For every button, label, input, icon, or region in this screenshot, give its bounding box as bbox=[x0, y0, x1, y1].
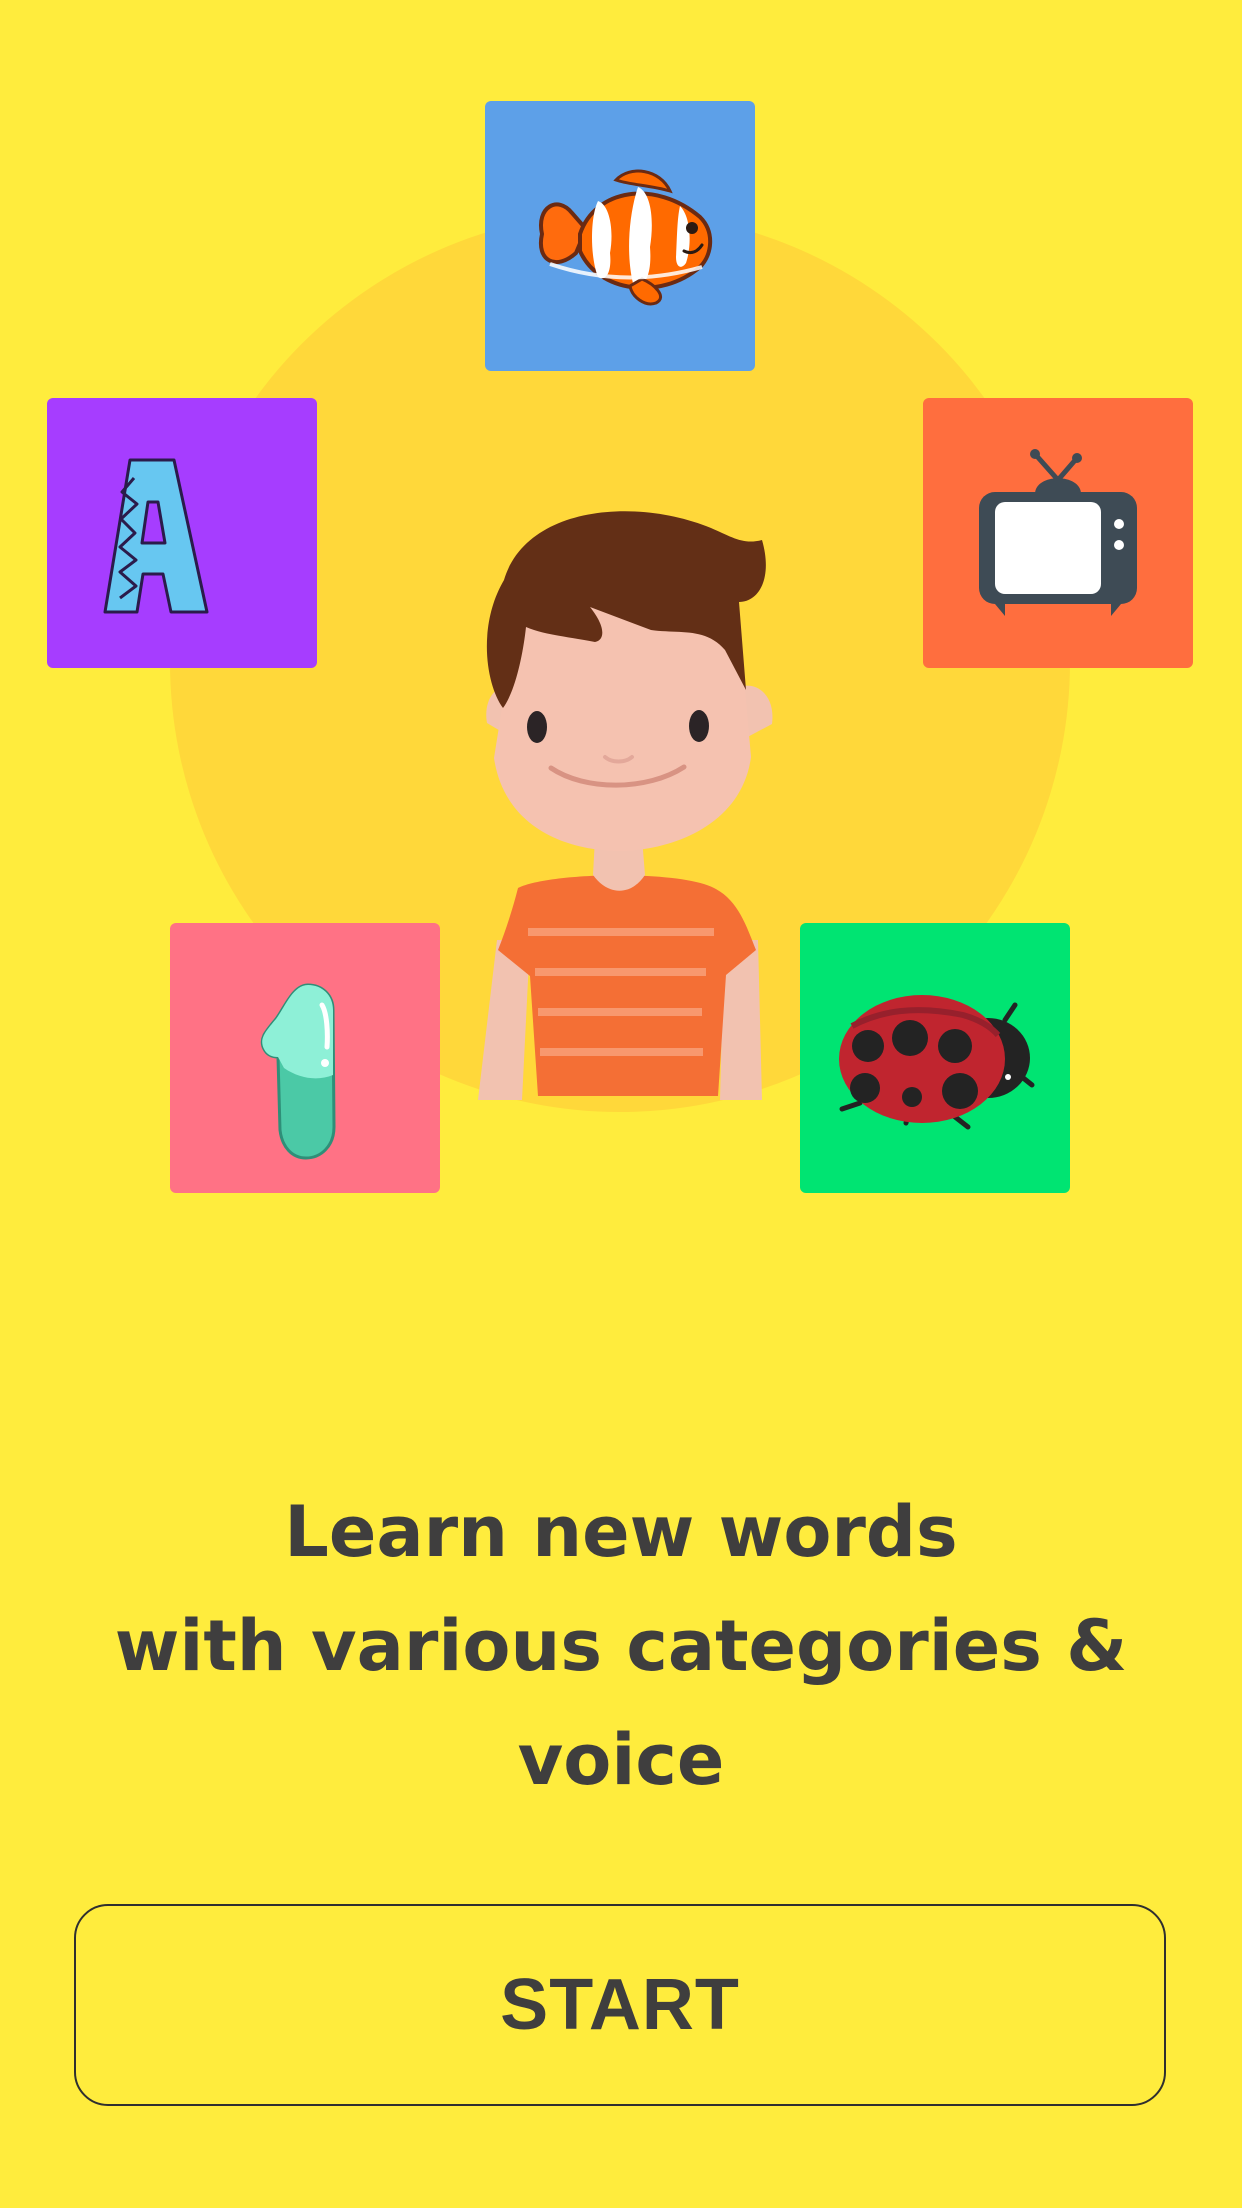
category-tile-letters bbox=[47, 398, 317, 668]
television-icon bbox=[979, 449, 1137, 616]
letter-a-icon bbox=[103, 458, 209, 614]
ladybug-icon bbox=[839, 995, 1035, 1130]
onboarding-screen: Learn new words with various categories … bbox=[0, 0, 1242, 2208]
clownfish-icon bbox=[538, 169, 713, 306]
start-button[interactable]: START bbox=[74, 1904, 1166, 2106]
category-tile-numbers bbox=[170, 923, 440, 1193]
headline-line-2: with various categories & voice bbox=[114, 1605, 1128, 1801]
headline-line-1: Learn new words bbox=[284, 1491, 958, 1573]
boy-mascot-illustration bbox=[478, 511, 773, 1100]
category-tile-insects bbox=[800, 923, 1070, 1193]
number-one-icon bbox=[260, 983, 336, 1160]
onboarding-headline: Learn new words with various categories … bbox=[0, 1475, 1242, 1817]
category-tile-tv bbox=[923, 398, 1193, 668]
category-tile-fish bbox=[485, 101, 755, 371]
